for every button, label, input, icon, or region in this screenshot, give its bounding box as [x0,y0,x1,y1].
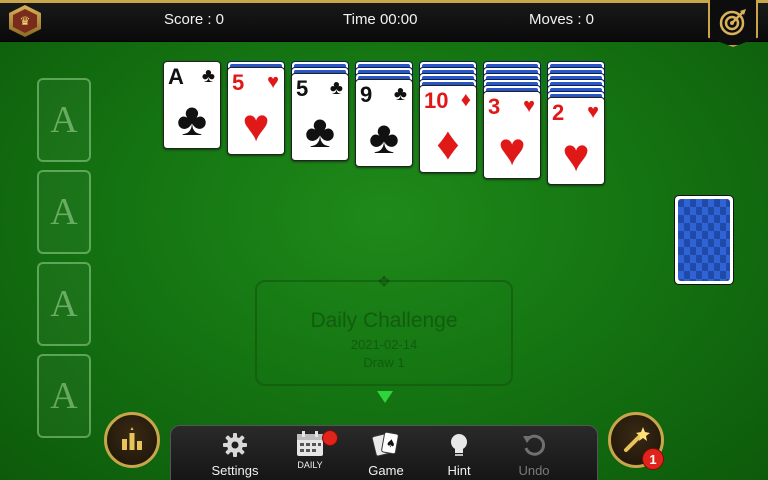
magic-count-badge: 1 [642,448,664,470]
face-up-card[interactable]: A ♣ ♣ [163,61,221,149]
lightbulb-icon [451,434,467,456]
down-arrow-icon [377,391,393,403]
card-rank: 5 [296,76,309,101]
card-suit-large: ♦ [436,117,460,169]
card-suit-large: ♥ [498,123,526,175]
top-bar: ♛ Score : 0 Time 00:00 Moves : 0 [0,0,768,42]
foundation-slot-4[interactable]: A [37,354,91,438]
card-suit-large: ♣ [304,105,336,157]
game-button[interactable]: ♠ Game [351,426,421,480]
cards-icon: ♠ [371,431,399,457]
card-suit-large: ♥ [242,99,270,151]
card-suit-small: ♦ [460,89,471,111]
score-label: Score : 0 [164,11,225,28]
card-suit-small: ♥ [523,95,535,117]
rank-badge-button[interactable]: ♛ [9,5,41,37]
card-suit-large: ♣ [368,111,400,163]
face-up-card[interactable]: 2 ♥ ♥ [547,97,605,185]
daily-challenge-title: Daily Challenge [310,309,458,332]
ornament-icon: ❖ [376,274,392,291]
card-rank: 10 [424,88,449,113]
gear-icon [223,433,247,457]
undo-label: Undo [518,463,550,478]
face-up-card[interactable]: 5 ♣ ♣ [291,73,349,161]
card-rank: 5 [232,70,245,95]
undo-icon [523,434,546,456]
face-up-card[interactable]: 3 ♥ ♥ [483,91,541,179]
card-rank: 9 [360,82,373,107]
daily-challenge-date: 2021-02-14 [350,337,418,352]
foundation-slot-2[interactable]: A [37,170,91,254]
stock-pile[interactable] [674,195,734,285]
daily-challenge-panel[interactable]: ❖ Daily Challenge 2021-02-14 Draw 1 [255,274,513,386]
settings-label: Settings [211,463,259,478]
target-icon [719,9,746,36]
card-suit-large: ♣ [176,93,208,145]
card-back-pattern [678,199,730,281]
calendar-icon [297,431,323,456]
card-rank: A [168,64,184,89]
settings-button[interactable]: Settings [200,426,270,480]
card-suit-small: ♣ [329,77,343,99]
crown-icon: ♛ [13,9,37,33]
game-label: Game [368,463,404,478]
foundation-slot-1[interactable]: A [37,78,91,162]
face-up-card[interactable]: 10 ♦ ♦ [419,85,477,173]
card-rank: 3 [488,94,501,119]
daily-label: DAILY [297,460,323,470]
hint-button[interactable]: Hint [424,426,494,480]
time-label: Time 00:00 [343,11,418,28]
card-suit-small: ♣ [393,83,407,105]
card-suit-small: ♥ [267,71,279,93]
face-up-card[interactable]: 9 ♣ ♣ [355,79,413,167]
daily-notification-dot [322,430,338,446]
hint-label: Hint [447,463,471,478]
face-up-card[interactable]: 5 ♥ ♥ [227,67,285,155]
goals-button[interactable] [708,0,758,47]
moves-label: Moves : 0 [529,11,595,28]
card-suit-small: ♣ [201,65,215,87]
top-gold-line [0,0,768,3]
bottom-toolbar: Settings DAILY ♠ Game Hint Undo [170,425,598,480]
card-rank: 2 [552,100,565,125]
leaderboard-button[interactable] [104,412,160,468]
leaderboard-icon [122,427,142,450]
daily-challenge-draw: Draw 1 [363,355,405,370]
card-suit-small: ♥ [587,101,599,123]
foundation-slot-3[interactable]: A [37,262,91,346]
card-suit-large: ♥ [562,129,590,181]
undo-button[interactable]: Undo [499,426,569,480]
